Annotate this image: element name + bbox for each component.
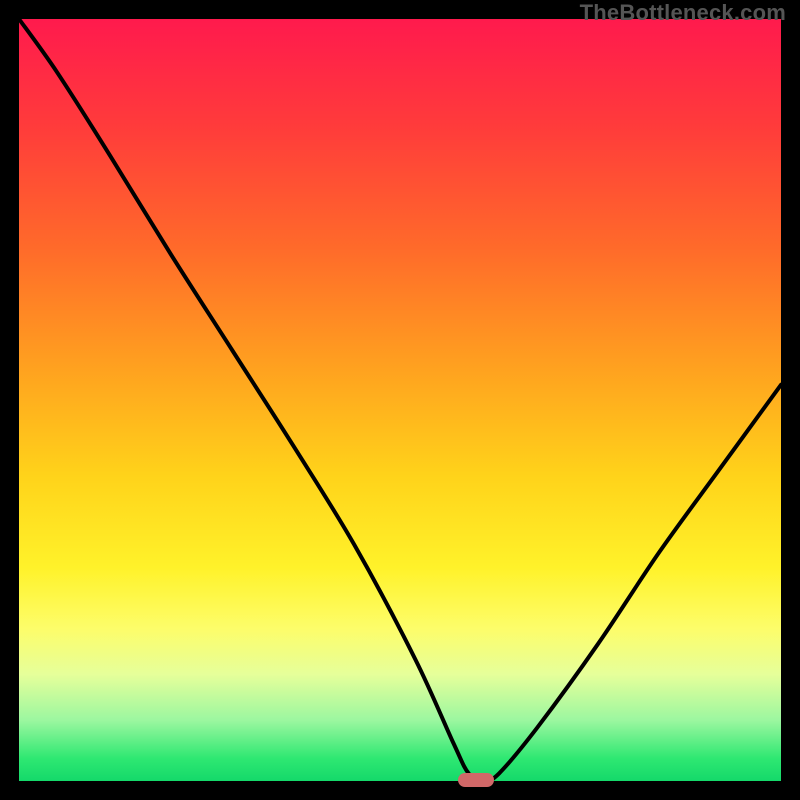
gradient-plot-area: TheBottleneck.com — [19, 19, 781, 781]
watermark-label: TheBottleneck.com — [580, 0, 786, 26]
bottleneck-curve — [19, 19, 781, 781]
curve-path — [19, 19, 781, 781]
optimal-marker — [458, 773, 494, 787]
chart-frame: TheBottleneck.com — [0, 0, 800, 800]
